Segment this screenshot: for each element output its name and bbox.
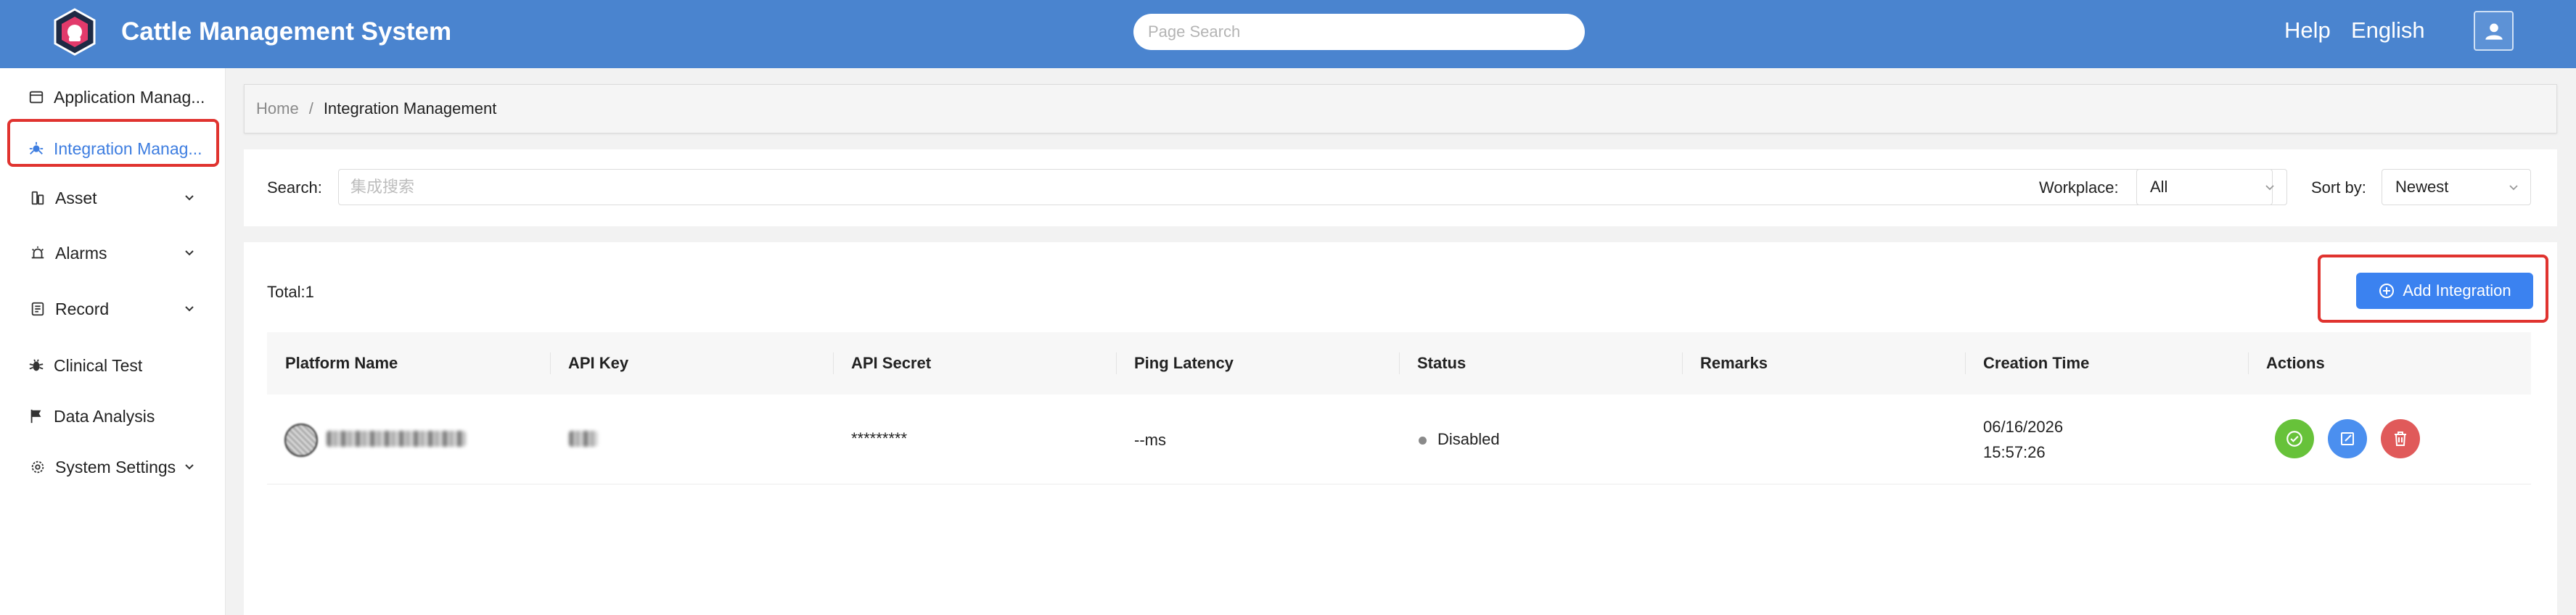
sidebar: Application Manag... Integration Manag..…	[0, 68, 226, 615]
breadcrumb-current: Integration Management	[323, 99, 497, 117]
edit-icon	[2341, 432, 2354, 445]
flag-icon	[26, 406, 46, 426]
breadcrumb: Home / Integration Management	[244, 84, 2557, 133]
column-header: Status	[1417, 354, 1467, 372]
app-logo	[51, 8, 99, 56]
page-search-input[interactable]	[1133, 14, 1585, 50]
sidebar-item-label: Data Analysis	[54, 406, 155, 426]
sidebar-item-label: System Settings	[55, 457, 176, 476]
filter-panel: Search: Workplace: All Sort by: Newest	[244, 149, 2557, 226]
app-title: Cattle Management System	[121, 17, 452, 46]
edit-button[interactable]	[2328, 419, 2367, 458]
delete-button[interactable]	[2381, 419, 2420, 458]
highlight-annotation	[2318, 255, 2548, 323]
enable-button[interactable]	[2275, 419, 2314, 458]
status-text: Disabled	[1437, 430, 1500, 448]
column-divider	[1399, 352, 1400, 374]
language-selector[interactable]: English	[2351, 17, 2425, 44]
top-header: Cattle Management System Help English	[0, 0, 2576, 68]
user-avatar[interactable]	[2474, 11, 2514, 51]
column-header: Platform Name	[285, 354, 398, 372]
creation-date: 06/16/2026	[1983, 418, 2064, 436]
column-divider	[1965, 352, 1966, 374]
creation-time: 15:57:26	[1983, 443, 2046, 461]
sidebar-item-label: Clinical Test	[54, 355, 143, 375]
column-divider	[2248, 352, 2249, 374]
sort-select-value: Newest	[2395, 178, 2449, 196]
sidebar-item-asset[interactable]: Asset	[0, 176, 226, 220]
alarm-icon	[28, 243, 48, 263]
column-divider	[550, 352, 551, 374]
table-row[interactable]: ********* --ms Disabled 06/16/2026 15:57…	[267, 395, 2531, 484]
column-divider	[1682, 352, 1683, 374]
bug-icon	[26, 355, 46, 376]
status-dot-icon	[1419, 437, 1427, 445]
sidebar-item-record[interactable]: Record	[0, 287, 226, 331]
sidebar-item-clinical-test[interactable]: Clinical Test	[0, 344, 226, 387]
column-header: API Key	[568, 354, 629, 372]
integration-search-input[interactable]	[338, 169, 2273, 205]
user-icon	[2485, 23, 2503, 40]
column-header: Ping Latency	[1134, 354, 1234, 372]
check-circle-icon	[2286, 431, 2302, 447]
total-count: Total:1	[267, 283, 314, 301]
integration-table-panel: Total:1 Add Integration Platform Name AP…	[244, 242, 2557, 615]
chevron-down-icon	[185, 306, 194, 312]
search-label: Search:	[267, 178, 322, 197]
ping-latency-cell: --ms	[1134, 431, 1166, 449]
api-key-redacted	[569, 431, 598, 447]
column-divider	[833, 352, 834, 374]
table-header: Platform Name API Key API Secret Ping La…	[267, 332, 2531, 395]
breadcrumb-home-link[interactable]: Home	[256, 99, 299, 118]
sidebar-item-application-management[interactable]: Application Manag...	[0, 75, 226, 119]
sort-select[interactable]: Newest	[2382, 169, 2531, 205]
settings-icon	[28, 457, 48, 477]
workplace-select-value: All	[2150, 178, 2168, 196]
column-header: Remarks	[1700, 354, 1768, 372]
chevron-down-icon	[2265, 185, 2274, 191]
sidebar-item-label: Asset	[55, 188, 97, 207]
sidebar-item-data-analysis[interactable]: Data Analysis	[0, 395, 226, 438]
chevron-down-icon	[185, 250, 194, 256]
sidebar-item-system-settings[interactable]: System Settings	[0, 445, 226, 489]
chevron-down-icon	[2509, 185, 2518, 191]
asset-icon	[28, 188, 48, 208]
platform-avatar	[284, 424, 318, 457]
column-header: API Secret	[851, 354, 932, 372]
column-header: Creation Time	[1983, 354, 2090, 372]
workplace-select[interactable]: All	[2136, 169, 2287, 205]
app-window-icon	[26, 87, 46, 107]
column-divider	[1116, 352, 1117, 374]
workplace-label: Workplace:	[2039, 178, 2119, 197]
trash-icon	[2395, 432, 2406, 446]
sort-label: Sort by:	[2311, 178, 2366, 197]
sidebar-item-label: Application Manag...	[54, 87, 205, 107]
highlight-annotation	[7, 119, 219, 167]
api-secret-cell: *********	[851, 429, 908, 447]
sidebar-item-label: Alarms	[55, 243, 107, 263]
breadcrumb-separator: /	[308, 99, 313, 117]
sidebar-item-label: Record	[55, 299, 110, 318]
platform-name-redacted	[327, 431, 466, 447]
chevron-down-icon	[185, 464, 194, 470]
sidebar-item-alarms[interactable]: Alarms	[0, 231, 226, 275]
help-link[interactable]: Help	[2284, 17, 2331, 44]
record-icon	[28, 299, 48, 319]
status-cell: Disabled	[1419, 430, 1500, 449]
column-header: Actions	[2266, 354, 2325, 372]
chevron-down-icon	[185, 195, 194, 201]
